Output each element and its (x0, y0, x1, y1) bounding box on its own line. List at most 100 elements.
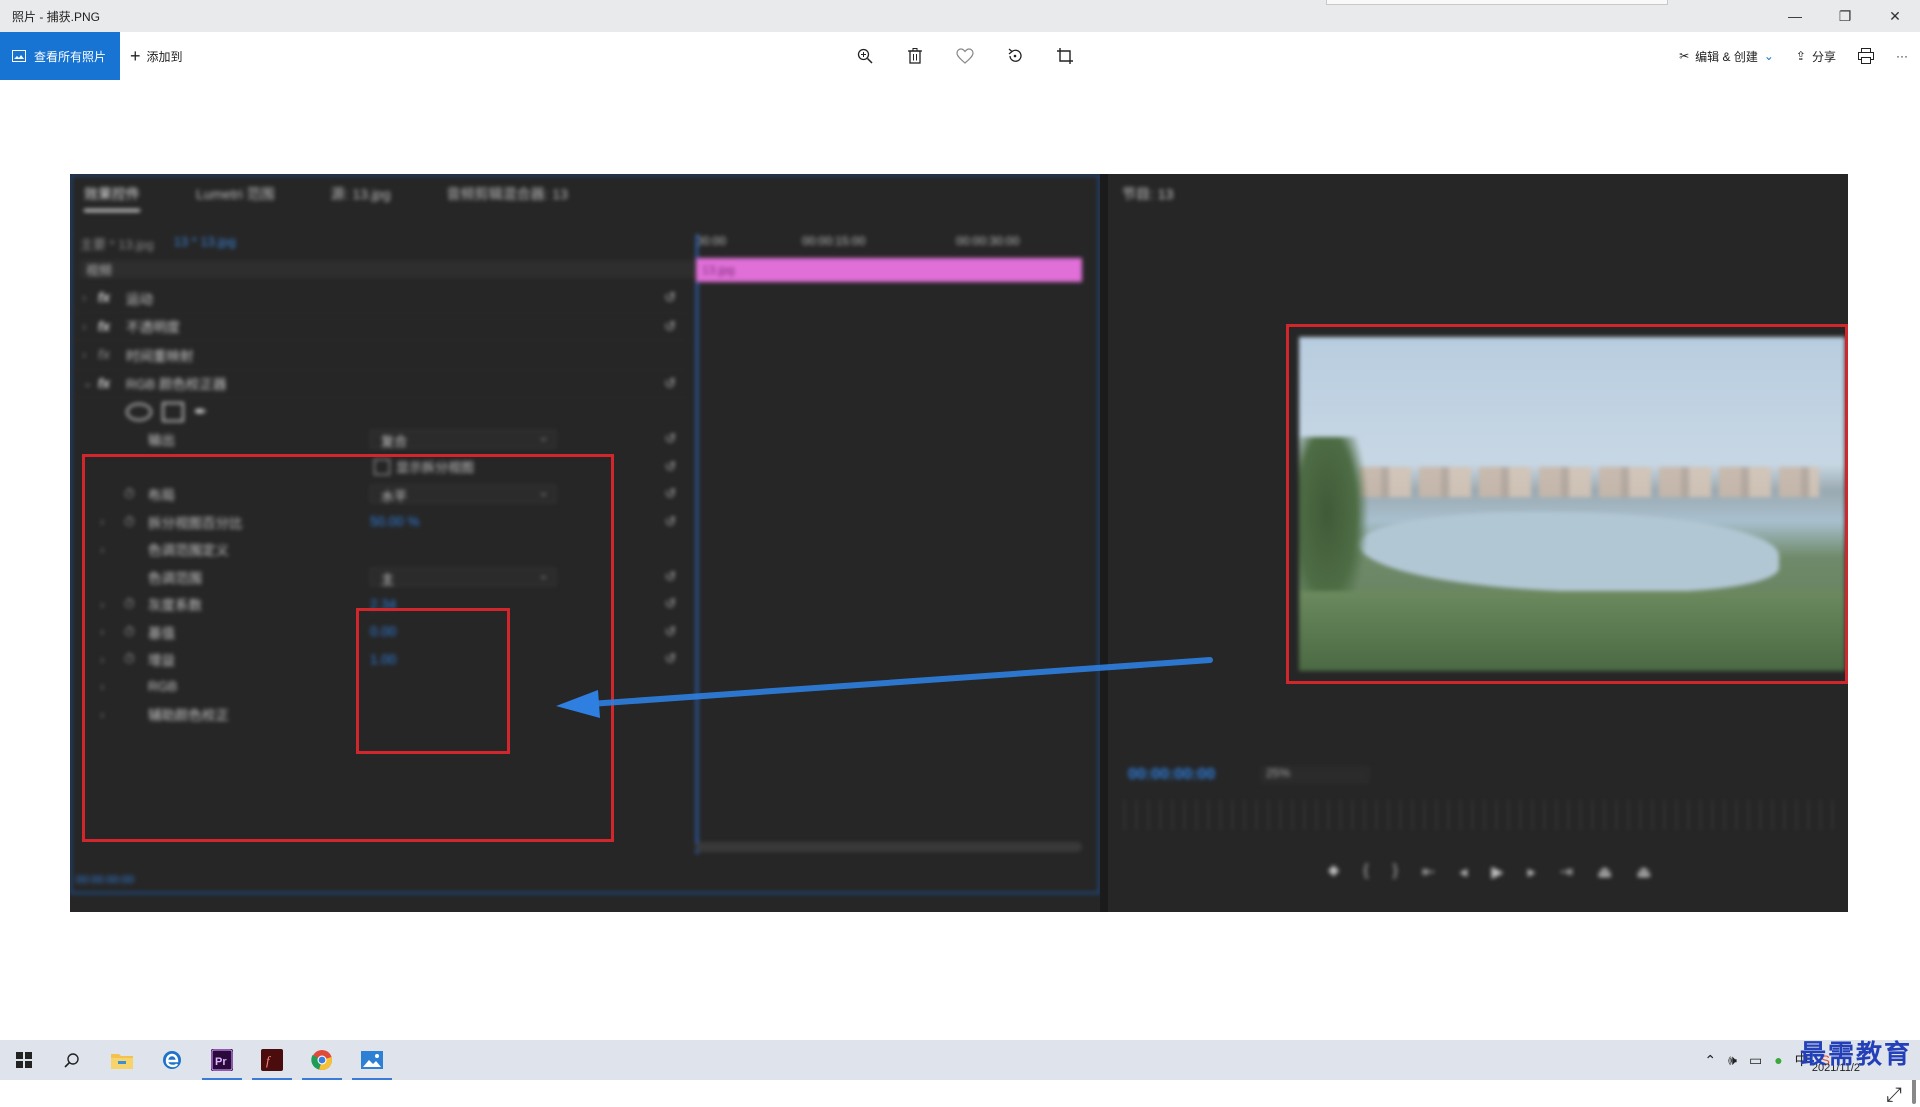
tab-source: 源: 13.jpg (330, 186, 391, 202)
network-icon[interactable]: ▭ (1749, 1052, 1762, 1069)
effect-name: 不透明度 (126, 320, 180, 336)
displayed-image: 效果控件 Lumetri 范围 源: 13.jpg 音频剪辑混合器: 13 主要… (70, 174, 1848, 912)
fullscreen-icon[interactable]: ⤢ (1886, 1084, 1902, 1107)
prop-output: 输出 复合 ↺ (70, 426, 690, 454)
sequence-label: 13 * 13.jpg (173, 234, 236, 249)
maximize-button[interactable]: ❐ (1820, 0, 1870, 32)
highlight-box-values (356, 608, 510, 754)
effect-name: 时间重映射 (126, 348, 194, 364)
effect-row: › fx 时间重映射 (70, 341, 690, 370)
timeline-ruler: 00:00 00:00:15:00 00:00:30:00 (690, 234, 1100, 250)
view-all-photos-button[interactable]: 查看所有照片 (0, 32, 120, 80)
reset-icon: ↺ (664, 651, 676, 667)
add-to-label: 添加到 (146, 49, 183, 64)
dropdown-remnant (1326, 0, 1668, 5)
effect-row: › fx 运动 ↺ (70, 284, 690, 313)
edge-icon[interactable] (148, 1044, 196, 1076)
program-monitor: 节目: 13 00:00:00:00 25% ⬥ { } ⇤ ◂ ▶ ▸ ⇥ ⏏… (1108, 174, 1848, 912)
edit-create-button[interactable]: ✂ 编辑 & 创建 ⌄ (1679, 48, 1774, 65)
add-to-button[interactable]: + 添加到 (130, 32, 183, 80)
reset-icon: ↺ (664, 623, 676, 639)
program-scrub-bar (1124, 800, 1844, 830)
bottom-timecode: 00:00:00:00 (76, 874, 135, 886)
reset-icon: ↺ (664, 317, 676, 334)
window-controls: — ❐ ✕ (1770, 0, 1920, 32)
ellipse-mask-icon (126, 402, 152, 421)
fx-badge: fx (98, 375, 111, 391)
video-section-label: 视频 (80, 260, 696, 278)
tab-effect-controls: 效果控件 (84, 184, 140, 212)
play-icon: ▶ (1491, 864, 1504, 881)
delete-icon[interactable] (890, 32, 940, 80)
zoom-in-icon[interactable] (840, 32, 890, 80)
source-row: 主要 * 13.jpg 13 * 13.jpg (80, 234, 236, 253)
go-to-out-icon: ⇥ (1559, 864, 1574, 881)
chevron-right-icon: › (82, 347, 87, 363)
photos-icon[interactable] (348, 1044, 396, 1080)
tray-chevron-icon[interactable]: ⌃ (1704, 1052, 1716, 1069)
panel-divider (1100, 174, 1108, 912)
output-dropdown: 复合 (370, 429, 556, 449)
close-button[interactable]: ✕ (1870, 0, 1920, 32)
reset-icon: ↺ (664, 289, 676, 306)
ruler-tick-label: 00:00 (696, 234, 727, 248)
mini-timeline: 00:00 00:00:15:00 00:00:30:00 13.jpg (690, 234, 1100, 864)
center-tools (840, 32, 1090, 80)
reset-icon: ↺ (664, 374, 676, 391)
premiere-icon[interactable]: Pr (198, 1044, 246, 1080)
program-zoom-dropdown: 25% (1260, 766, 1370, 784)
program-title: 节目: 13 (1122, 186, 1174, 202)
fx-badge: fx (98, 290, 111, 306)
extract-icon: ⏏ (1636, 864, 1652, 881)
reset-icon: ↺ (664, 486, 676, 502)
more-button[interactable]: ··· (1896, 49, 1908, 63)
app-toolbar: 查看所有照片 + 添加到 ✂ 编辑 & 创建 ⌄ ⇪ 分享 ··· (0, 32, 1920, 80)
chrome-icon[interactable] (298, 1044, 346, 1080)
right-tools: ✂ 编辑 & 创建 ⌄ ⇪ 分享 ··· (1679, 32, 1908, 80)
mask-tools: ✒ (70, 398, 690, 426)
minimize-button[interactable]: — (1770, 0, 1820, 32)
timeline-scrollbar (696, 842, 1082, 852)
highlight-box-effect (82, 454, 614, 842)
transport-controls: ⬥ { } ⇤ ◂ ▶ ▸ ⇥ ⏏ ⏏ (1328, 862, 1651, 882)
fx-badge: fx (98, 347, 111, 363)
ruler-tick-label: 00:00:30:00 (956, 234, 1020, 248)
timeline-clip: 13.jpg (696, 258, 1082, 282)
favorite-icon[interactable] (940, 32, 990, 80)
chevron-right-icon: › (82, 318, 87, 334)
windows-start-icon[interactable] (0, 1044, 48, 1076)
reset-icon: ↺ (664, 458, 676, 474)
marker-icon: ⬥ (1328, 862, 1340, 879)
file-explorer-icon[interactable] (98, 1044, 146, 1076)
reset-icon: ↺ (664, 513, 676, 529)
fx-badge: fx (98, 318, 111, 334)
watermark-logo: 最需教育 (1799, 1040, 1912, 1070)
source-label: 主要 * 13.jpg (80, 237, 154, 252)
in-point-icon: { (1363, 862, 1369, 879)
flash-icon[interactable]: f (248, 1044, 296, 1080)
reeds (1299, 591, 1845, 671)
rotate-icon[interactable] (990, 32, 1040, 80)
effect-row: ⌄ fx RGB 颜色校正器 ↺ (70, 370, 690, 398)
effect-name: 运动 (126, 291, 153, 307)
reset-icon: ↺ (664, 431, 676, 447)
prop-label: 输出 (148, 433, 175, 449)
step-forward-icon: ▸ (1527, 864, 1536, 881)
svg-text:Pr: Pr (215, 1056, 227, 1068)
effect-row: › fx 不透明度 ↺ (70, 313, 690, 341)
lake (1359, 512, 1779, 592)
out-point-icon: } (1392, 862, 1398, 879)
search-icon[interactable] (48, 1044, 96, 1076)
volume-icon[interactable]: 🕪 (1728, 1052, 1737, 1069)
window-titlebar: 照片 - 捕获.PNG — ❐ ✕ (0, 0, 1920, 32)
chevron-down-icon: ⌄ (82, 375, 94, 391)
photo-viewer: 效果控件 Lumetri 范围 源: 13.jpg 音频剪辑混合器: 13 主要… (0, 80, 1920, 1106)
crop-icon[interactable] (1040, 32, 1090, 80)
chevron-down-icon: ⌄ (1763, 49, 1774, 63)
photo-icon (12, 50, 26, 62)
share-button[interactable]: ⇪ 分享 (1796, 48, 1836, 65)
chevron-right-icon: › (82, 290, 87, 306)
program-preview-frame (1286, 324, 1848, 684)
app-tray-icon[interactable]: ● (1774, 1052, 1782, 1068)
print-button[interactable] (1858, 48, 1874, 64)
